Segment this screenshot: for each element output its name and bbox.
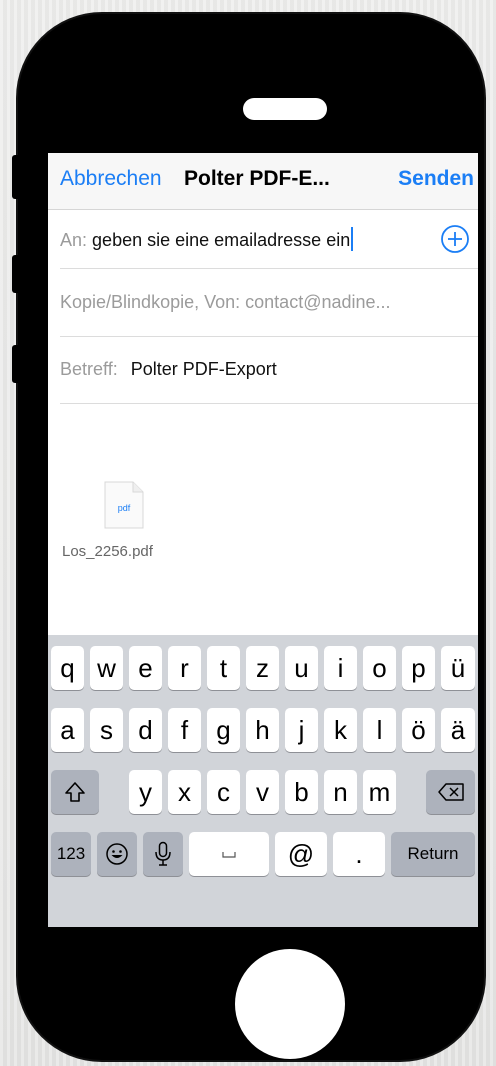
- navigation-bar: Abbrechen Polter PDF-E... Senden: [48, 153, 478, 210]
- key-ue[interactable]: ü: [441, 646, 475, 690]
- key-g[interactable]: g: [207, 708, 240, 752]
- space-key[interactable]: [189, 832, 269, 876]
- send-button[interactable]: Senden: [398, 167, 474, 191]
- key-j[interactable]: j: [285, 708, 318, 752]
- cc-label: Kopie/Blindkopie, Von:: [60, 292, 241, 312]
- emoji-icon: [106, 843, 128, 865]
- numbers-key[interactable]: 123: [51, 832, 91, 876]
- subject-input[interactable]: Polter PDF-Export: [131, 359, 277, 379]
- key-ae[interactable]: ä: [441, 708, 475, 752]
- key-p[interactable]: p: [402, 646, 435, 690]
- key-u[interactable]: u: [285, 646, 318, 690]
- key-d[interactable]: d: [129, 708, 162, 752]
- home-button[interactable]: [235, 949, 345, 1059]
- key-a[interactable]: a: [51, 708, 84, 752]
- emoji-key[interactable]: [97, 832, 137, 876]
- microphone-icon: [155, 841, 171, 866]
- key-s[interactable]: s: [90, 708, 123, 752]
- key-t[interactable]: t: [207, 646, 240, 690]
- volume-down-button: [12, 345, 22, 383]
- pdf-icon-label: pdf: [118, 503, 131, 513]
- key-x[interactable]: x: [168, 770, 201, 814]
- add-contact-icon[interactable]: [440, 224, 470, 254]
- dot-key[interactable]: .: [333, 832, 385, 876]
- backspace-icon: [437, 783, 464, 801]
- key-i[interactable]: i: [324, 646, 357, 690]
- shift-icon: [65, 782, 85, 802]
- mute-switch: [12, 155, 22, 199]
- to-field-row[interactable]: An: geben sie eine emailadresse ein: [60, 209, 478, 269]
- key-o[interactable]: o: [363, 646, 396, 690]
- space-icon: [222, 852, 236, 858]
- subject-label: Betreff:: [60, 359, 118, 379]
- key-e[interactable]: e: [129, 646, 162, 690]
- key-v[interactable]: v: [246, 770, 279, 814]
- backspace-key[interactable]: [426, 770, 475, 814]
- from-value[interactable]: contact@nadine...: [245, 292, 390, 312]
- key-y[interactable]: y: [129, 770, 162, 814]
- key-m[interactable]: m: [363, 770, 396, 814]
- cc-field-row[interactable]: Kopie/Blindkopie, Von: contact@nadine...: [60, 269, 478, 337]
- mail-compose-screen: Abbrechen Polter PDF-E... Senden An: geb…: [48, 153, 478, 927]
- key-k[interactable]: k: [324, 708, 357, 752]
- to-input[interactable]: geben sie eine emailadresse ein: [92, 230, 350, 250]
- to-label: An:: [60, 230, 88, 250]
- text-cursor: [351, 227, 354, 251]
- key-n[interactable]: n: [324, 770, 357, 814]
- key-q[interactable]: q: [51, 646, 84, 690]
- key-r[interactable]: r: [168, 646, 201, 690]
- attachment-filename: Los_2256.pdf: [62, 543, 153, 560]
- volume-up-button: [12, 255, 22, 293]
- key-z[interactable]: z: [246, 646, 279, 690]
- cancel-button[interactable]: Abbrechen: [60, 167, 162, 191]
- pdf-file-icon[interactable]: pdf: [104, 481, 144, 529]
- subject-field-row[interactable]: Betreff: Polter PDF-Export: [60, 337, 478, 404]
- key-h[interactable]: h: [246, 708, 279, 752]
- speaker-slot: [243, 98, 327, 120]
- key-b[interactable]: b: [285, 770, 318, 814]
- keyboard: q w e r t z u i o p ü a s d f g h j k l …: [48, 635, 478, 927]
- shift-key[interactable]: [51, 770, 99, 814]
- key-f[interactable]: f: [168, 708, 201, 752]
- dictation-key[interactable]: [143, 832, 183, 876]
- nav-title: Polter PDF-E...: [184, 167, 330, 190]
- key-c[interactable]: c: [207, 770, 240, 814]
- key-l[interactable]: l: [363, 708, 396, 752]
- key-w[interactable]: w: [90, 646, 123, 690]
- at-key[interactable]: @: [275, 832, 327, 876]
- return-key[interactable]: Return: [391, 832, 475, 876]
- key-oe[interactable]: ö: [402, 708, 435, 752]
